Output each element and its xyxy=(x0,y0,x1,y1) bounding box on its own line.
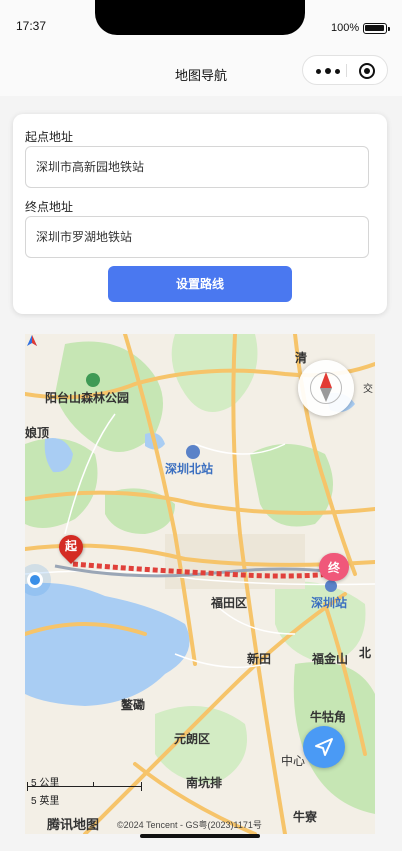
map-label: 阳台山森林公园 xyxy=(45,391,130,405)
more-menu-icon[interactable] xyxy=(316,68,340,74)
start-address-label: 起点地址 xyxy=(25,130,74,144)
map-label: 元朗区 xyxy=(174,732,211,746)
battery-percent: 100% xyxy=(331,22,360,34)
current-location-marker xyxy=(27,572,43,588)
mini-program-capsule xyxy=(302,55,388,85)
map-label: 深圳站 xyxy=(311,596,348,610)
map-label: 牛寮 xyxy=(293,810,318,824)
set-route-button[interactable]: 设置路线 xyxy=(108,266,292,302)
scale-mile-label: 5 英里 xyxy=(31,796,60,807)
status-bar: 17:37 100% xyxy=(0,0,402,44)
map-label: 北 xyxy=(359,646,372,660)
close-miniprogram-icon[interactable] xyxy=(359,63,375,79)
compass-south-needle xyxy=(320,388,332,402)
map-label: 中心 xyxy=(281,754,306,768)
map-label: 新田 xyxy=(247,652,272,666)
map-view[interactable]: 阳台山森林公园 娘顶 深圳北站 清 福田区 深圳站 新田 福金山 北 鳌磡 元朗… xyxy=(25,334,375,834)
map-label: 鳌磡 xyxy=(121,698,146,712)
battery-fill xyxy=(365,25,384,31)
map-label: 交 xyxy=(363,384,373,395)
map-label: 福田区 xyxy=(211,596,248,610)
end-address-input[interactable]: 深圳市罗湖地铁站 xyxy=(25,216,369,258)
map-label: 清 xyxy=(295,351,308,365)
map-label: 娘顶 xyxy=(25,426,50,440)
device-notch xyxy=(95,0,305,35)
map-label: 牛牯角 xyxy=(310,710,347,724)
map-copyright: ©2024 Tencent - GS粤(2023)1171号 xyxy=(117,820,262,830)
locate-me-button[interactable] xyxy=(303,726,345,768)
compass-north-needle xyxy=(320,372,332,388)
home-indicator[interactable] xyxy=(140,834,260,838)
status-time: 17:37 xyxy=(16,19,47,33)
map-label: 福金山 xyxy=(312,652,349,666)
end-marker-label: 终 xyxy=(327,561,340,575)
map-label: 深圳北站 xyxy=(165,462,214,476)
start-marker-label: 起 xyxy=(64,539,77,553)
navigation-arrow-icon xyxy=(315,738,333,756)
scale-km-label: 5 公里 xyxy=(31,778,60,789)
battery-icon xyxy=(363,23,390,34)
start-address-input[interactable]: 深圳市高新园地铁站 xyxy=(25,146,369,188)
map-label: 南坑排 xyxy=(186,776,223,790)
tencent-map-logo-icon xyxy=(27,335,37,346)
tencent-map-logo-text: 腾讯地图 xyxy=(47,817,100,832)
capsule-divider xyxy=(346,64,347,77)
end-address-label: 终点地址 xyxy=(25,200,74,214)
navigation-bar: 地图导航 xyxy=(0,44,402,96)
route-form-card: 起点地址 深圳市高新园地铁站 终点地址 深圳市罗湖地铁站 设置路线 xyxy=(13,114,387,314)
compass-icon[interactable] xyxy=(298,360,354,416)
